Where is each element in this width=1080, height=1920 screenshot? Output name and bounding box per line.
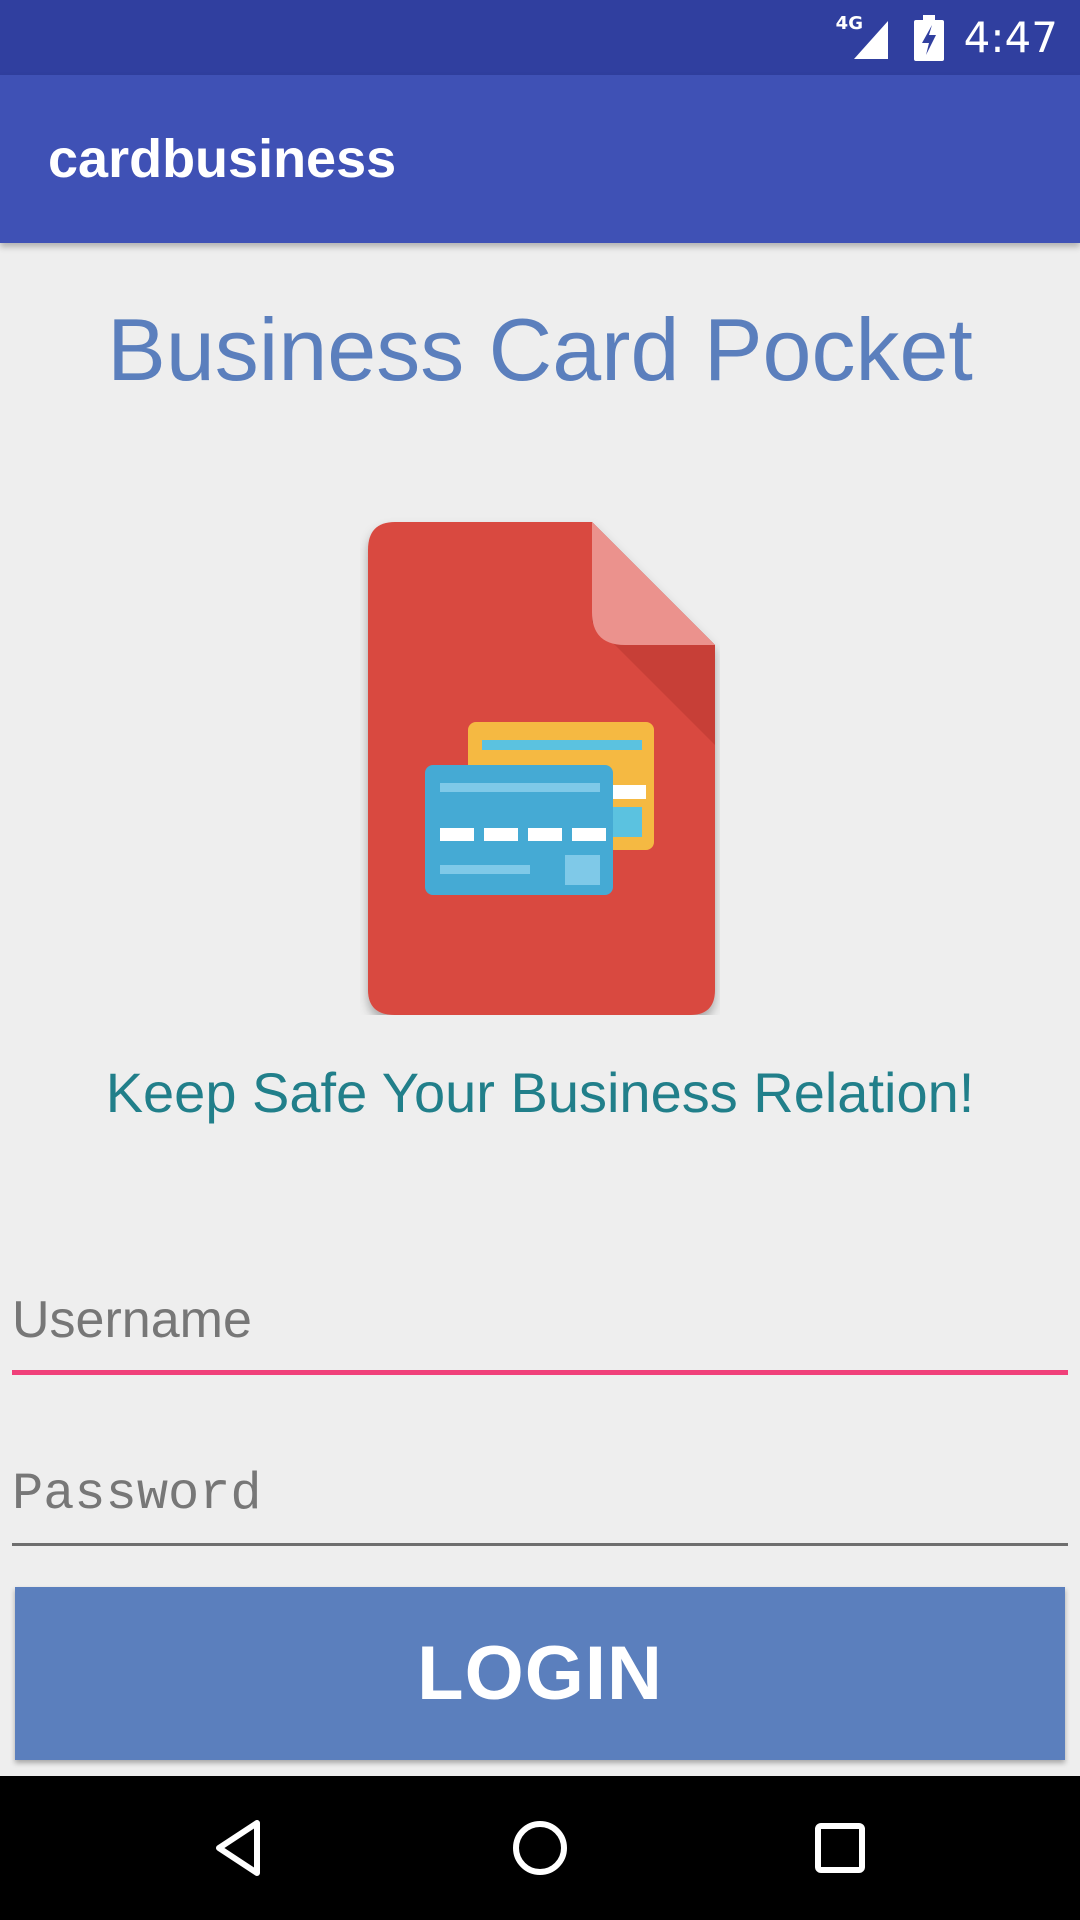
username-input[interactable] bbox=[12, 1270, 1068, 1375]
page-title: Business Card Pocket bbox=[107, 300, 973, 399]
password-input[interactable] bbox=[12, 1445, 1068, 1546]
status-bar: 4G 4:47 bbox=[0, 0, 1080, 75]
status-clock: 4:47 bbox=[963, 13, 1058, 62]
app-bar: cardbusiness bbox=[0, 75, 1080, 243]
home-icon[interactable] bbox=[505, 1813, 575, 1883]
signal-icon: 4G bbox=[836, 13, 894, 61]
back-icon[interactable] bbox=[205, 1813, 275, 1883]
recents-icon[interactable] bbox=[805, 1813, 875, 1883]
status-icons: 4G 4:47 bbox=[836, 0, 1058, 75]
app-title: cardbusiness bbox=[48, 129, 397, 189]
business-card-document-icon bbox=[368, 522, 715, 1015]
tagline: Keep Safe Your Business Relation! bbox=[105, 1061, 975, 1124]
battery-charging-icon bbox=[913, 14, 944, 61]
login-button[interactable]: LOGIN bbox=[15, 1587, 1065, 1760]
navigation-bar bbox=[0, 1776, 1080, 1920]
